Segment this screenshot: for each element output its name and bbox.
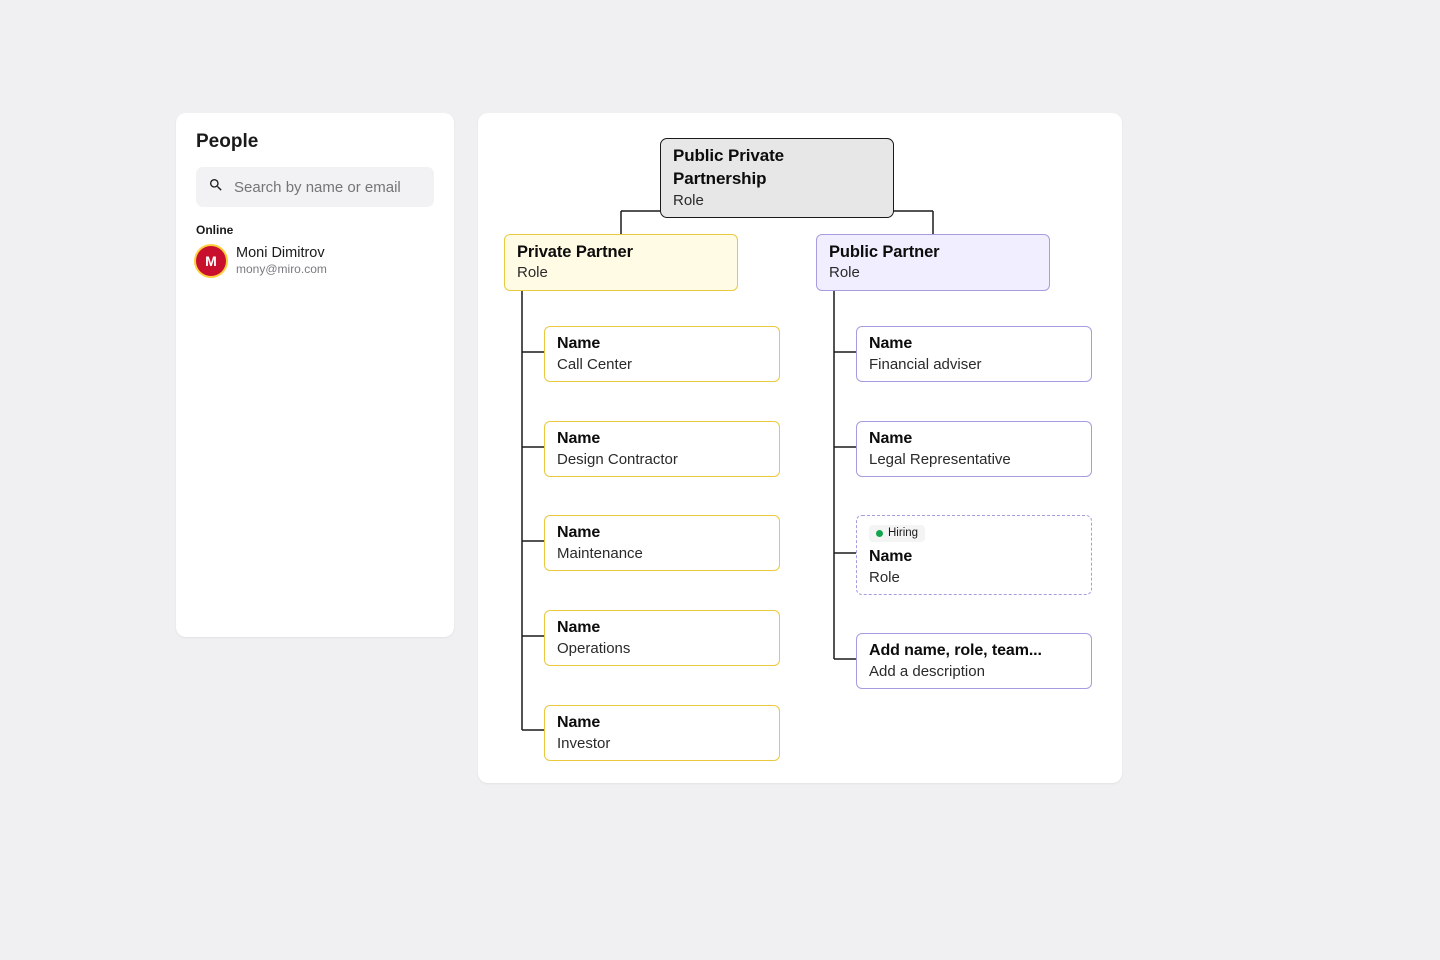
node-title: Name (557, 617, 767, 639)
search-icon (208, 177, 224, 198)
avatar: M (196, 246, 226, 276)
node-subtitle: Operations (557, 639, 767, 659)
org-node-private-child[interactable]: Name Call Center (544, 326, 780, 382)
org-chart-canvas[interactable]: Public Private Partnership Role Private … (478, 113, 1122, 783)
node-subtitle: Financial adviser (869, 355, 1079, 375)
status-dot-icon (876, 530, 883, 537)
node-title: Name (557, 712, 767, 734)
node-subtitle: Add a description (869, 662, 1079, 682)
node-subtitle: Maintenance (557, 544, 767, 564)
node-title: Name (557, 428, 767, 450)
search-input[interactable] (234, 179, 422, 196)
org-node-private-child[interactable]: Name Maintenance (544, 515, 780, 571)
org-node-private-child[interactable]: Name Design Contractor (544, 421, 780, 477)
node-subtitle: Role (517, 263, 725, 283)
node-title: Public Partner (829, 241, 1037, 263)
people-title: People (196, 131, 434, 153)
person-row[interactable]: M Moni Dimitrov mony@miro.com (196, 245, 434, 277)
org-node-public-child[interactable]: Name Legal Representative (856, 421, 1092, 477)
online-section-label: Online (196, 223, 434, 237)
org-node-public-child[interactable]: Name Financial adviser (856, 326, 1092, 382)
node-subtitle: Legal Representative (869, 450, 1079, 470)
node-title: Private Partner (517, 241, 725, 263)
node-title: Name (869, 333, 1079, 355)
person-name: Moni Dimitrov (236, 245, 327, 262)
node-title: Name (869, 546, 1079, 568)
node-subtitle: Role (869, 568, 1079, 588)
person-meta: Moni Dimitrov mony@miro.com (236, 245, 327, 277)
node-subtitle: Design Contractor (557, 450, 767, 470)
node-subtitle: Investor (557, 734, 767, 754)
hiring-badge: Hiring (869, 525, 925, 543)
person-email: mony@miro.com (236, 262, 327, 276)
node-subtitle: Role (829, 263, 1037, 283)
search-box[interactable] (196, 167, 434, 207)
badge-label: Hiring (888, 526, 918, 542)
node-title: Add name, role, team... (869, 640, 1079, 662)
org-node-public-child-hiring[interactable]: Hiring Name Role (856, 515, 1092, 595)
node-title: Name (557, 333, 767, 355)
org-node-add-placeholder[interactable]: Add name, role, team... Add a descriptio… (856, 633, 1092, 689)
node-title: Name (869, 428, 1079, 450)
org-node-private-partner[interactable]: Private Partner Role (504, 234, 738, 291)
node-subtitle: Role (673, 191, 881, 211)
node-title: Name (557, 522, 767, 544)
node-title: Public Private Partnership (673, 145, 881, 191)
org-node-private-child[interactable]: Name Operations (544, 610, 780, 666)
org-node-private-child[interactable]: Name Investor (544, 705, 780, 761)
people-panel: People Online M Moni Dimitrov mony@miro.… (176, 113, 454, 637)
org-node-root[interactable]: Public Private Partnership Role (660, 138, 894, 218)
org-node-public-partner[interactable]: Public Partner Role (816, 234, 1050, 291)
node-subtitle: Call Center (557, 355, 767, 375)
